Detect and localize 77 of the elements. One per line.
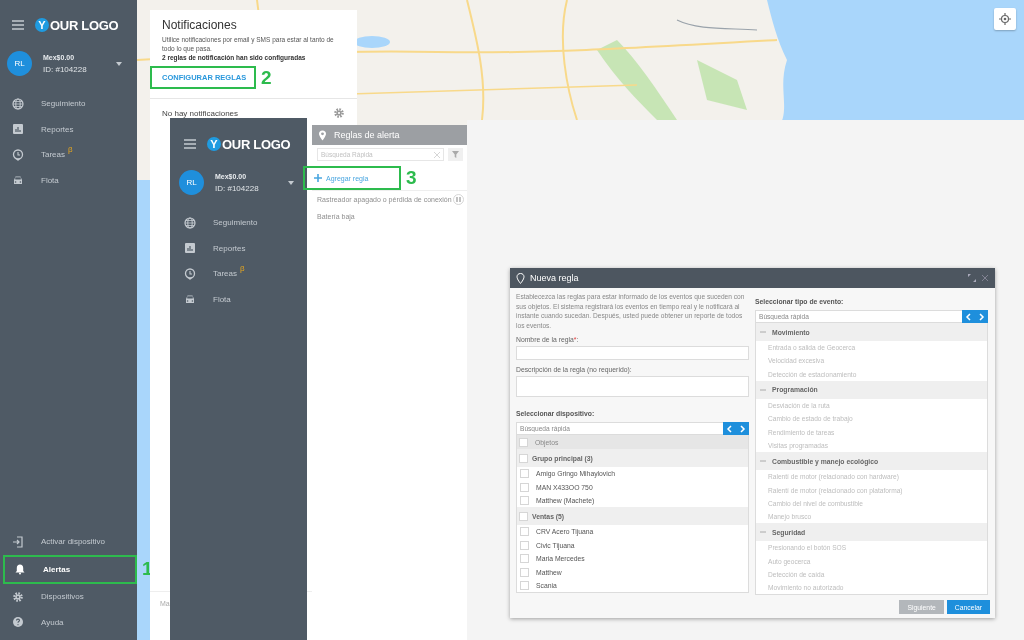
logo-badge: Y xyxy=(35,18,49,32)
checkbox[interactable] xyxy=(520,527,529,537)
account-id: ID: #104228 xyxy=(43,64,87,74)
chevron-left-icon[interactable] xyxy=(726,424,733,433)
crosshair-icon xyxy=(999,13,1011,25)
callout-number: 3 xyxy=(406,167,417,189)
nav-item[interactable]: Alertas xyxy=(5,556,114,582)
login-icon xyxy=(12,535,24,548)
close-icon[interactable] xyxy=(434,151,440,158)
nav-item[interactable]: Tareas β xyxy=(0,142,109,168)
checkbox[interactable] xyxy=(520,567,529,577)
settings-icon xyxy=(12,590,24,603)
checkbox[interactable] xyxy=(520,540,529,550)
logo-text: OUR LOGO xyxy=(50,17,119,33)
nav-item[interactable]: Activar dispositivo xyxy=(3,529,112,555)
bell-icon xyxy=(14,563,26,576)
checkbox[interactable] xyxy=(520,482,529,492)
logo-text: OUR LOGO xyxy=(222,136,291,152)
checkbox[interactable] xyxy=(519,511,528,521)
help-icon xyxy=(12,616,24,629)
panel-title: Reglas de alerta xyxy=(334,130,400,140)
bar-chart-icon xyxy=(184,242,196,255)
empty-message: No hay notificaciones xyxy=(162,108,239,118)
nav-item[interactable]: Ayuda xyxy=(3,609,112,635)
locate-button[interactable] xyxy=(994,8,1016,30)
nav-item[interactable]: Seguimiento xyxy=(0,91,109,117)
menu-icon[interactable] xyxy=(184,139,196,149)
close-icon[interactable] xyxy=(981,274,989,282)
panel-title: Notificaciones xyxy=(162,18,238,32)
map-pin-icon xyxy=(318,129,327,141)
minus-icon[interactable] xyxy=(760,386,766,393)
expand-icon[interactable] xyxy=(968,274,976,282)
input-field[interactable] xyxy=(516,346,749,360)
filter-icon xyxy=(452,151,459,158)
account-id: ID: #104228 xyxy=(215,183,259,193)
settings-icon[interactable] xyxy=(333,107,345,119)
minus-icon[interactable] xyxy=(760,529,766,536)
chevron-right-icon[interactable] xyxy=(978,312,985,321)
nav-item[interactable]: Flota xyxy=(0,167,109,193)
beta-label: β xyxy=(68,145,73,155)
checkbox[interactable] xyxy=(520,469,529,479)
checkbox[interactable] xyxy=(519,437,528,447)
nav-item[interactable]: Seguimiento xyxy=(172,210,281,236)
nav-item[interactable]: Dispositivos xyxy=(3,584,112,610)
map-pin-icon xyxy=(516,272,525,284)
beta-label: β xyxy=(240,264,245,274)
pause-icon[interactable] xyxy=(452,194,464,205)
car-icon xyxy=(12,174,24,187)
clock-icon xyxy=(12,148,24,161)
clock-icon xyxy=(184,267,196,280)
nav-item[interactable]: Reportes xyxy=(172,235,281,261)
filter-button[interactable] xyxy=(448,148,463,161)
checkbox[interactable] xyxy=(520,580,529,590)
minus-icon[interactable] xyxy=(760,458,766,465)
globe-icon xyxy=(12,97,24,110)
checkbox[interactable] xyxy=(519,453,528,463)
nav-item[interactable]: Flota xyxy=(172,286,281,312)
globe-icon xyxy=(184,216,196,229)
chevron-right-icon[interactable] xyxy=(739,424,746,433)
callout-number: 2 xyxy=(261,66,272,89)
input-field[interactable] xyxy=(516,376,749,397)
avatar[interactable]: RL xyxy=(7,51,32,76)
checkbox[interactable] xyxy=(520,554,529,564)
car-icon xyxy=(184,293,196,306)
dialog-title: Nueva regla xyxy=(530,273,580,283)
avatar[interactable]: RL xyxy=(179,170,204,195)
checkbox[interactable] xyxy=(520,495,529,505)
chevron-left-icon[interactable] xyxy=(965,312,972,321)
bar-chart-icon xyxy=(12,123,24,136)
menu-icon[interactable] xyxy=(12,20,24,30)
plus-icon xyxy=(314,174,322,182)
nav-item[interactable]: Tareas β xyxy=(172,261,281,287)
logo-badge: Y xyxy=(207,137,221,151)
caret-icon[interactable] xyxy=(288,181,294,185)
nav-item[interactable]: Reportes xyxy=(0,116,109,142)
caret-icon[interactable] xyxy=(116,62,122,66)
minus-icon[interactable] xyxy=(760,329,766,335)
